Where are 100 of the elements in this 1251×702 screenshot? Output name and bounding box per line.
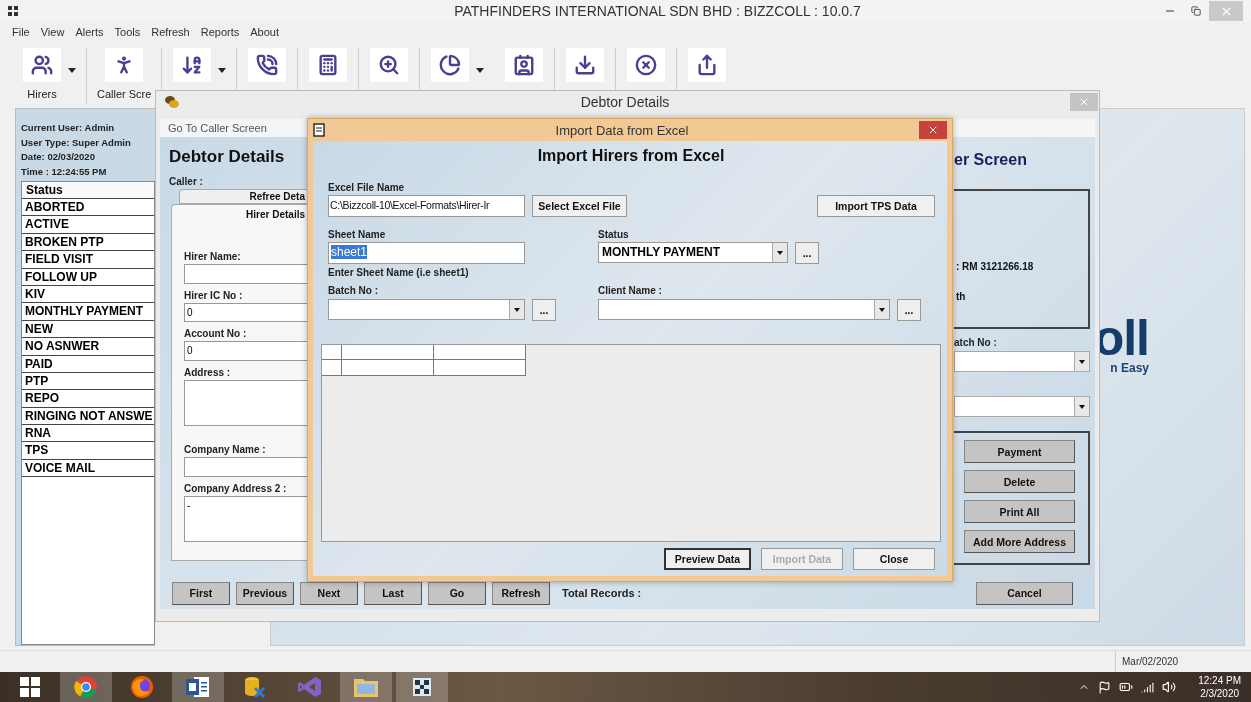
user-info-text: Date: 02/03/2020: [21, 150, 96, 164]
toolbar-button[interactable]: [565, 48, 606, 82]
document-app-icon: [186, 676, 210, 698]
nav-button[interactable]: Go: [428, 581, 486, 605]
battery-icon[interactable]: [1119, 680, 1134, 694]
menu-item[interactable]: Reports: [200, 26, 240, 38]
status-list-item[interactable]: FOLLOW UP: [22, 268, 154, 286]
field-label: Sheet Name: [328, 229, 387, 240]
status-list-item[interactable]: NEW: [22, 320, 154, 339]
nav-button[interactable]: Next: [300, 581, 358, 605]
menu-item[interactable]: Alerts: [75, 26, 104, 38]
window-title: Debtor Details: [579, 94, 671, 110]
nav-button[interactable]: Refresh: [492, 581, 550, 605]
people-icon: [31, 54, 53, 76]
summary-text: : RM 3121266.18: [956, 261, 1035, 272]
download-icon: [574, 54, 597, 76]
toolbar-button[interactable]: [430, 48, 471, 82]
menu-item[interactable]: About: [250, 26, 279, 38]
taskbar-app[interactable]: [396, 672, 448, 702]
folder-icon: [353, 676, 379, 698]
input-field[interactable]: [184, 264, 308, 284]
batch-dropdown[interactable]: [328, 299, 525, 320]
status-list-item[interactable]: NO ASNWER: [22, 338, 154, 356]
contact-card-icon: [513, 54, 536, 76]
dialog-button[interactable]: Close: [853, 548, 935, 570]
action-button[interactable]: Delete: [964, 470, 1075, 493]
dropdown-field[interactable]: [954, 396, 1090, 417]
status-list-item[interactable]: KIV: [22, 285, 154, 304]
clock[interactable]: 12:24 PM 2/3/2020: [1198, 674, 1241, 700]
flag-icon[interactable]: [1098, 680, 1112, 694]
nav-button[interactable]: Previous: [236, 581, 294, 605]
text-area[interactable]: [184, 379, 308, 427]
zoom-in-icon: [378, 54, 401, 76]
sort-az-icon: [181, 54, 204, 76]
cancel-button[interactable]: Cancel: [976, 581, 1073, 605]
dropdown-caret-icon[interactable]: [68, 68, 76, 73]
dialog-button[interactable]: Preview Data: [664, 548, 751, 570]
nav-button[interactable]: Last: [364, 581, 422, 605]
status-list-item[interactable]: PTP: [22, 372, 154, 391]
user-info-text: User Type: Super Admin: [21, 135, 132, 150]
sheet-name-field[interactable]: sheet1: [328, 242, 525, 264]
user-info-text: Time : 12:24:55 PM: [21, 164, 108, 179]
dropdown-caret-icon[interactable]: [218, 68, 227, 73]
status-list-item[interactable]: TPS: [22, 442, 154, 460]
status-list-item[interactable]: ABORTED: [22, 199, 154, 217]
tab[interactable]: Hirer Details: [171, 204, 308, 223]
dropdown-caret-icon[interactable]: [476, 68, 485, 73]
taskbar-app[interactable]: [172, 672, 224, 702]
more-button[interactable]: ...: [795, 242, 819, 264]
batch-label: atch No :: [954, 337, 998, 348]
field-label: Excel File Name: [328, 182, 405, 193]
text-area[interactable]: -: [184, 495, 308, 543]
status-list-item[interactable]: RINGING NOT ANSWE: [22, 407, 154, 426]
input-field[interactable]: 0: [184, 341, 308, 361]
toolbar-button[interactable]: [308, 48, 349, 82]
signal-icon[interactable]: [1141, 680, 1155, 694]
field-label: Hirer IC No :: [184, 289, 244, 301]
status-list-item[interactable]: RNA: [22, 425, 154, 443]
status-list-item[interactable]: REPO: [22, 390, 154, 408]
menu-item[interactable]: Refresh: [151, 26, 190, 38]
close-button[interactable]: [919, 121, 947, 139]
status-list-item[interactable]: VOICE MAIL: [22, 459, 154, 478]
toolbar-button[interactable]: [247, 48, 288, 82]
field-label: Status: [598, 229, 630, 240]
speaker-icon[interactable]: [1162, 680, 1177, 694]
caller-screen-link[interactable]: Go To Caller Screen: [168, 122, 267, 134]
input-field[interactable]: 0: [184, 302, 308, 323]
database-icon: [242, 675, 266, 699]
menu-item[interactable]: Tools: [114, 26, 141, 38]
toolbar-button[interactable]: [504, 48, 545, 82]
coins-icon: [164, 95, 180, 109]
summary-text: th: [956, 291, 967, 302]
status-dropdown[interactable]: MONTHLY PAYMENT: [598, 242, 788, 263]
status-list-item[interactable]: MONTHLY PAYMENT: [22, 303, 154, 321]
toolbar-button[interactable]: [172, 48, 213, 82]
file-path-field[interactable]: C:\Bizzcoll-10\Excel-Formats\Hirer-Ir: [328, 195, 525, 217]
action-button[interactable]: Add More Address: [964, 530, 1075, 553]
more-button[interactable]: ...: [532, 299, 556, 321]
client-dropdown[interactable]: [598, 299, 890, 320]
toolbar-button[interactable]: [626, 48, 667, 82]
status-list-item[interactable]: ACTIVE: [22, 216, 154, 234]
toolbar-button[interactable]: Caller Scre: [97, 48, 152, 100]
toolbar-button[interactable]: [687, 48, 728, 82]
action-button[interactable]: Print All: [964, 500, 1075, 523]
nav-button[interactable]: First: [172, 581, 230, 605]
status-list-item[interactable]: FIELD VISIT: [22, 251, 154, 269]
field-label: Address :: [184, 366, 232, 378]
status-list-item[interactable]: BROKEN PTP: [22, 233, 154, 252]
menu-item[interactable]: View: [40, 26, 65, 38]
select-file-button[interactable]: Select Excel File: [532, 195, 627, 217]
input-field[interactable]: [184, 457, 308, 477]
field-label: Client Name :: [598, 285, 663, 296]
more-button[interactable]: ...: [897, 299, 921, 321]
phone-icon: [256, 54, 279, 76]
import-tps-button[interactable]: Import TPS Data: [817, 195, 935, 217]
status-list-item[interactable]: PAID: [22, 355, 154, 373]
menu-item[interactable]: File: [12, 26, 30, 38]
tab[interactable]: Refree Deta: [179, 189, 308, 204]
toolbar-button[interactable]: [369, 48, 410, 82]
action-button[interactable]: Payment: [964, 440, 1075, 463]
